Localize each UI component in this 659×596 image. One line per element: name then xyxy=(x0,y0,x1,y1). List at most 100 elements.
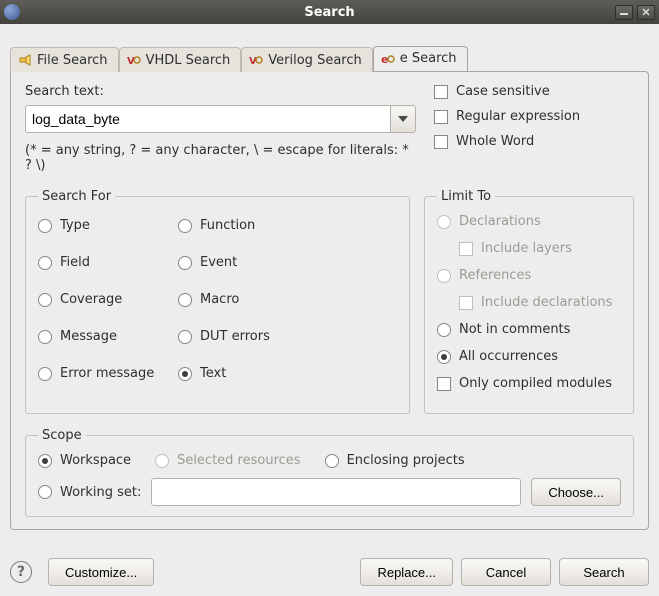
radio-icon xyxy=(178,219,192,233)
checkbox-label: Whole Word xyxy=(456,134,534,149)
search-for-type[interactable]: Type xyxy=(38,218,178,233)
radio-label: Event xyxy=(200,255,237,270)
checkbox-icon xyxy=(434,85,448,99)
limit-to-references: References xyxy=(437,268,621,283)
search-text-hint: (* = any string, ? = any character, \ = … xyxy=(25,143,416,173)
radio-icon xyxy=(178,293,192,307)
radio-icon xyxy=(38,330,52,344)
radio-icon xyxy=(38,485,52,499)
checkbox-icon xyxy=(434,110,448,124)
window-title: Search xyxy=(304,5,354,20)
tab-bar: File Search V VHDL Search V Verilog Sear… xyxy=(10,46,649,71)
search-text-combo xyxy=(25,105,416,133)
limit-to-declarations: Declarations xyxy=(437,214,621,229)
radio-icon xyxy=(437,350,451,364)
search-for-macro[interactable]: Macro xyxy=(178,292,397,307)
radio-label: Text xyxy=(200,366,226,381)
title-bar: Search xyxy=(0,0,659,24)
radio-label: Error message xyxy=(60,366,154,381)
customize-button[interactable]: Customize... xyxy=(48,558,154,586)
only-compiled-modules-checkbox[interactable]: Only compiled modules xyxy=(437,376,621,391)
tab-panel: Search text: (* = any string, ? = any ch… xyxy=(10,71,649,530)
search-for-coverage[interactable]: Coverage xyxy=(38,292,178,307)
radio-icon xyxy=(38,256,52,270)
include-declarations-checkbox: Include declarations xyxy=(459,295,621,310)
tab-label: Verilog Search xyxy=(268,53,361,68)
choose-button[interactable]: Choose... xyxy=(531,478,621,506)
checkbox-label: Include layers xyxy=(481,241,572,256)
radio-icon xyxy=(437,269,451,283)
checkbox-label: Only compiled modules xyxy=(459,376,612,391)
radio-label: Workspace xyxy=(60,453,131,468)
search-for-fieldset: Search For Type Function Field Event Cov… xyxy=(25,189,410,414)
limit-to-legend: Limit To xyxy=(437,189,495,204)
checkbox-icon xyxy=(459,296,473,310)
case-sensitive-checkbox[interactable]: Case sensitive xyxy=(434,84,634,99)
radio-label: Message xyxy=(60,329,117,344)
radio-icon xyxy=(155,454,169,468)
flashlight-icon xyxy=(17,53,33,67)
search-for-error-message[interactable]: Error message xyxy=(38,366,178,381)
radio-icon xyxy=(38,454,52,468)
scope-enclosing-projects[interactable]: Enclosing projects xyxy=(325,453,465,468)
radio-label: Not in comments xyxy=(459,322,570,337)
radio-icon xyxy=(38,367,52,381)
radio-icon xyxy=(178,256,192,270)
radio-label: All occurrences xyxy=(459,349,558,364)
working-set-input[interactable] xyxy=(151,478,521,506)
search-text-label: Search text: xyxy=(25,84,416,99)
scope-working-set[interactable]: Working set: xyxy=(38,485,141,500)
radio-label: Coverage xyxy=(60,292,122,307)
checkbox-icon xyxy=(434,135,448,149)
replace-button[interactable]: Replace... xyxy=(360,558,453,586)
tab-vhdl-search[interactable]: V VHDL Search xyxy=(119,47,242,72)
search-text-input[interactable] xyxy=(25,105,390,133)
radio-icon xyxy=(437,215,451,229)
tab-verilog-search[interactable]: V Verilog Search xyxy=(241,47,372,72)
checkbox-label: Include declarations xyxy=(481,295,612,310)
radio-icon xyxy=(325,454,339,468)
radio-icon xyxy=(38,219,52,233)
e-icon: e xyxy=(380,52,396,66)
tab-label: VHDL Search xyxy=(146,53,231,68)
checkbox-icon xyxy=(459,242,473,256)
radio-label: Field xyxy=(60,255,90,270)
tab-e-search[interactable]: e e Search xyxy=(373,46,468,71)
radio-icon xyxy=(178,367,192,381)
radio-label: Function xyxy=(200,218,255,233)
help-button[interactable]: ? xyxy=(10,561,32,583)
radio-label: References xyxy=(459,268,531,283)
tab-file-search[interactable]: File Search xyxy=(10,47,119,72)
search-for-field[interactable]: Field xyxy=(38,255,178,270)
scope-legend: Scope xyxy=(38,428,86,443)
search-text-dropdown[interactable] xyxy=(390,105,416,133)
radio-icon xyxy=(437,323,451,337)
verilog-icon: V xyxy=(248,53,264,67)
app-icon xyxy=(4,4,20,20)
radio-label: Working set: xyxy=(60,485,141,500)
radio-icon xyxy=(38,293,52,307)
radio-label: Macro xyxy=(200,292,239,307)
radio-icon xyxy=(178,330,192,344)
close-button[interactable] xyxy=(637,5,655,20)
whole-word-checkbox[interactable]: Whole Word xyxy=(434,134,634,149)
search-for-text[interactable]: Text xyxy=(178,366,397,381)
scope-fieldset: Scope Workspace Selected resources Enclo… xyxy=(25,428,634,517)
search-for-function[interactable]: Function xyxy=(178,218,397,233)
search-for-event[interactable]: Event xyxy=(178,255,397,270)
cancel-button[interactable]: Cancel xyxy=(461,558,551,586)
scope-workspace[interactable]: Workspace xyxy=(38,453,131,468)
checkbox-icon xyxy=(437,377,451,391)
limit-to-all-occurrences[interactable]: All occurrences xyxy=(437,349,621,364)
radio-label: Type xyxy=(60,218,90,233)
search-for-message[interactable]: Message xyxy=(38,329,178,344)
scope-selected-resources: Selected resources xyxy=(155,453,301,468)
tab-label: File Search xyxy=(37,53,108,68)
tab-label: e Search xyxy=(400,51,457,66)
search-button[interactable]: Search xyxy=(559,558,649,586)
regular-expression-checkbox[interactable]: Regular expression xyxy=(434,109,634,124)
minimize-button[interactable] xyxy=(615,5,633,20)
limit-to-not-in-comments[interactable]: Not in comments xyxy=(437,322,621,337)
search-for-dut-errors[interactable]: DUT errors xyxy=(178,329,397,344)
radio-label: DUT errors xyxy=(200,329,270,344)
